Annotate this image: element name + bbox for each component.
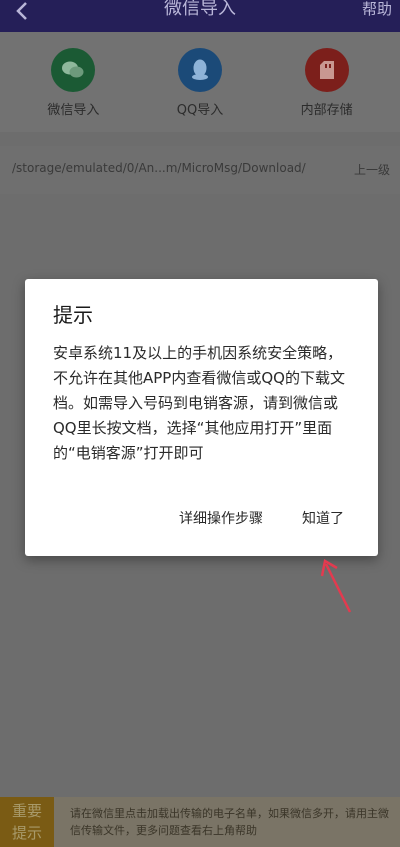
sd-card-icon: [304, 48, 349, 92]
path-bar: /storage/emulated/0/An...m/MicroMsg/Down…: [0, 146, 400, 194]
wechat-import-button[interactable]: 微信导入: [18, 32, 128, 132]
source-label: 内部存储: [300, 103, 353, 118]
tip-badge-label: 重要 提示: [11, 802, 42, 842]
annotation-arrow-icon: [320, 559, 352, 613]
internal-storage-button[interactable]: 内部存储: [272, 32, 382, 132]
important-tip-badge: 重要 提示: [0, 797, 54, 847]
dialog-title: 提示: [53, 303, 93, 327]
alert-dialog: 提示 安卓系统11及以上的手机因系统安全策略，不允许在其他APP内查看微信或QQ…: [25, 279, 378, 556]
tip-text: 请在微信里点击加载出传输的电子名单，如果微信多开，请用主微信传输文件，更多问题查…: [70, 807, 389, 837]
dialog-message: 安卓系统11及以上的手机因系统安全策略，不允许在其他APP内查看微信或QQ的下载…: [53, 344, 345, 462]
page-title: 微信导入: [164, 0, 236, 19]
import-source-bar: 微信导入 QQ导入 内部存储: [0, 32, 400, 132]
current-path: /storage/emulated/0/An...m/MicroMsg/Down…: [12, 161, 306, 175]
source-label: QQ导入: [176, 103, 224, 118]
help-button[interactable]: 帮助: [362, 0, 392, 20]
top-app-bar: 微信导入 帮助: [0, 0, 400, 32]
got-it-button[interactable]: 知道了: [302, 509, 344, 529]
source-label: 微信导入: [47, 103, 100, 118]
parent-folder-button[interactable]: 上一级: [354, 161, 390, 178]
important-tip-bar: 重要 提示 请在微信里点击加载出传输的电子名单，如果微信多开，请用主微信传输文件，…: [0, 797, 400, 847]
detailed-steps-button[interactable]: 详细操作步骤: [179, 509, 263, 529]
wechat-icon: [51, 48, 96, 92]
qq-import-button[interactable]: QQ导入: [145, 32, 255, 132]
qq-icon: [177, 48, 222, 92]
